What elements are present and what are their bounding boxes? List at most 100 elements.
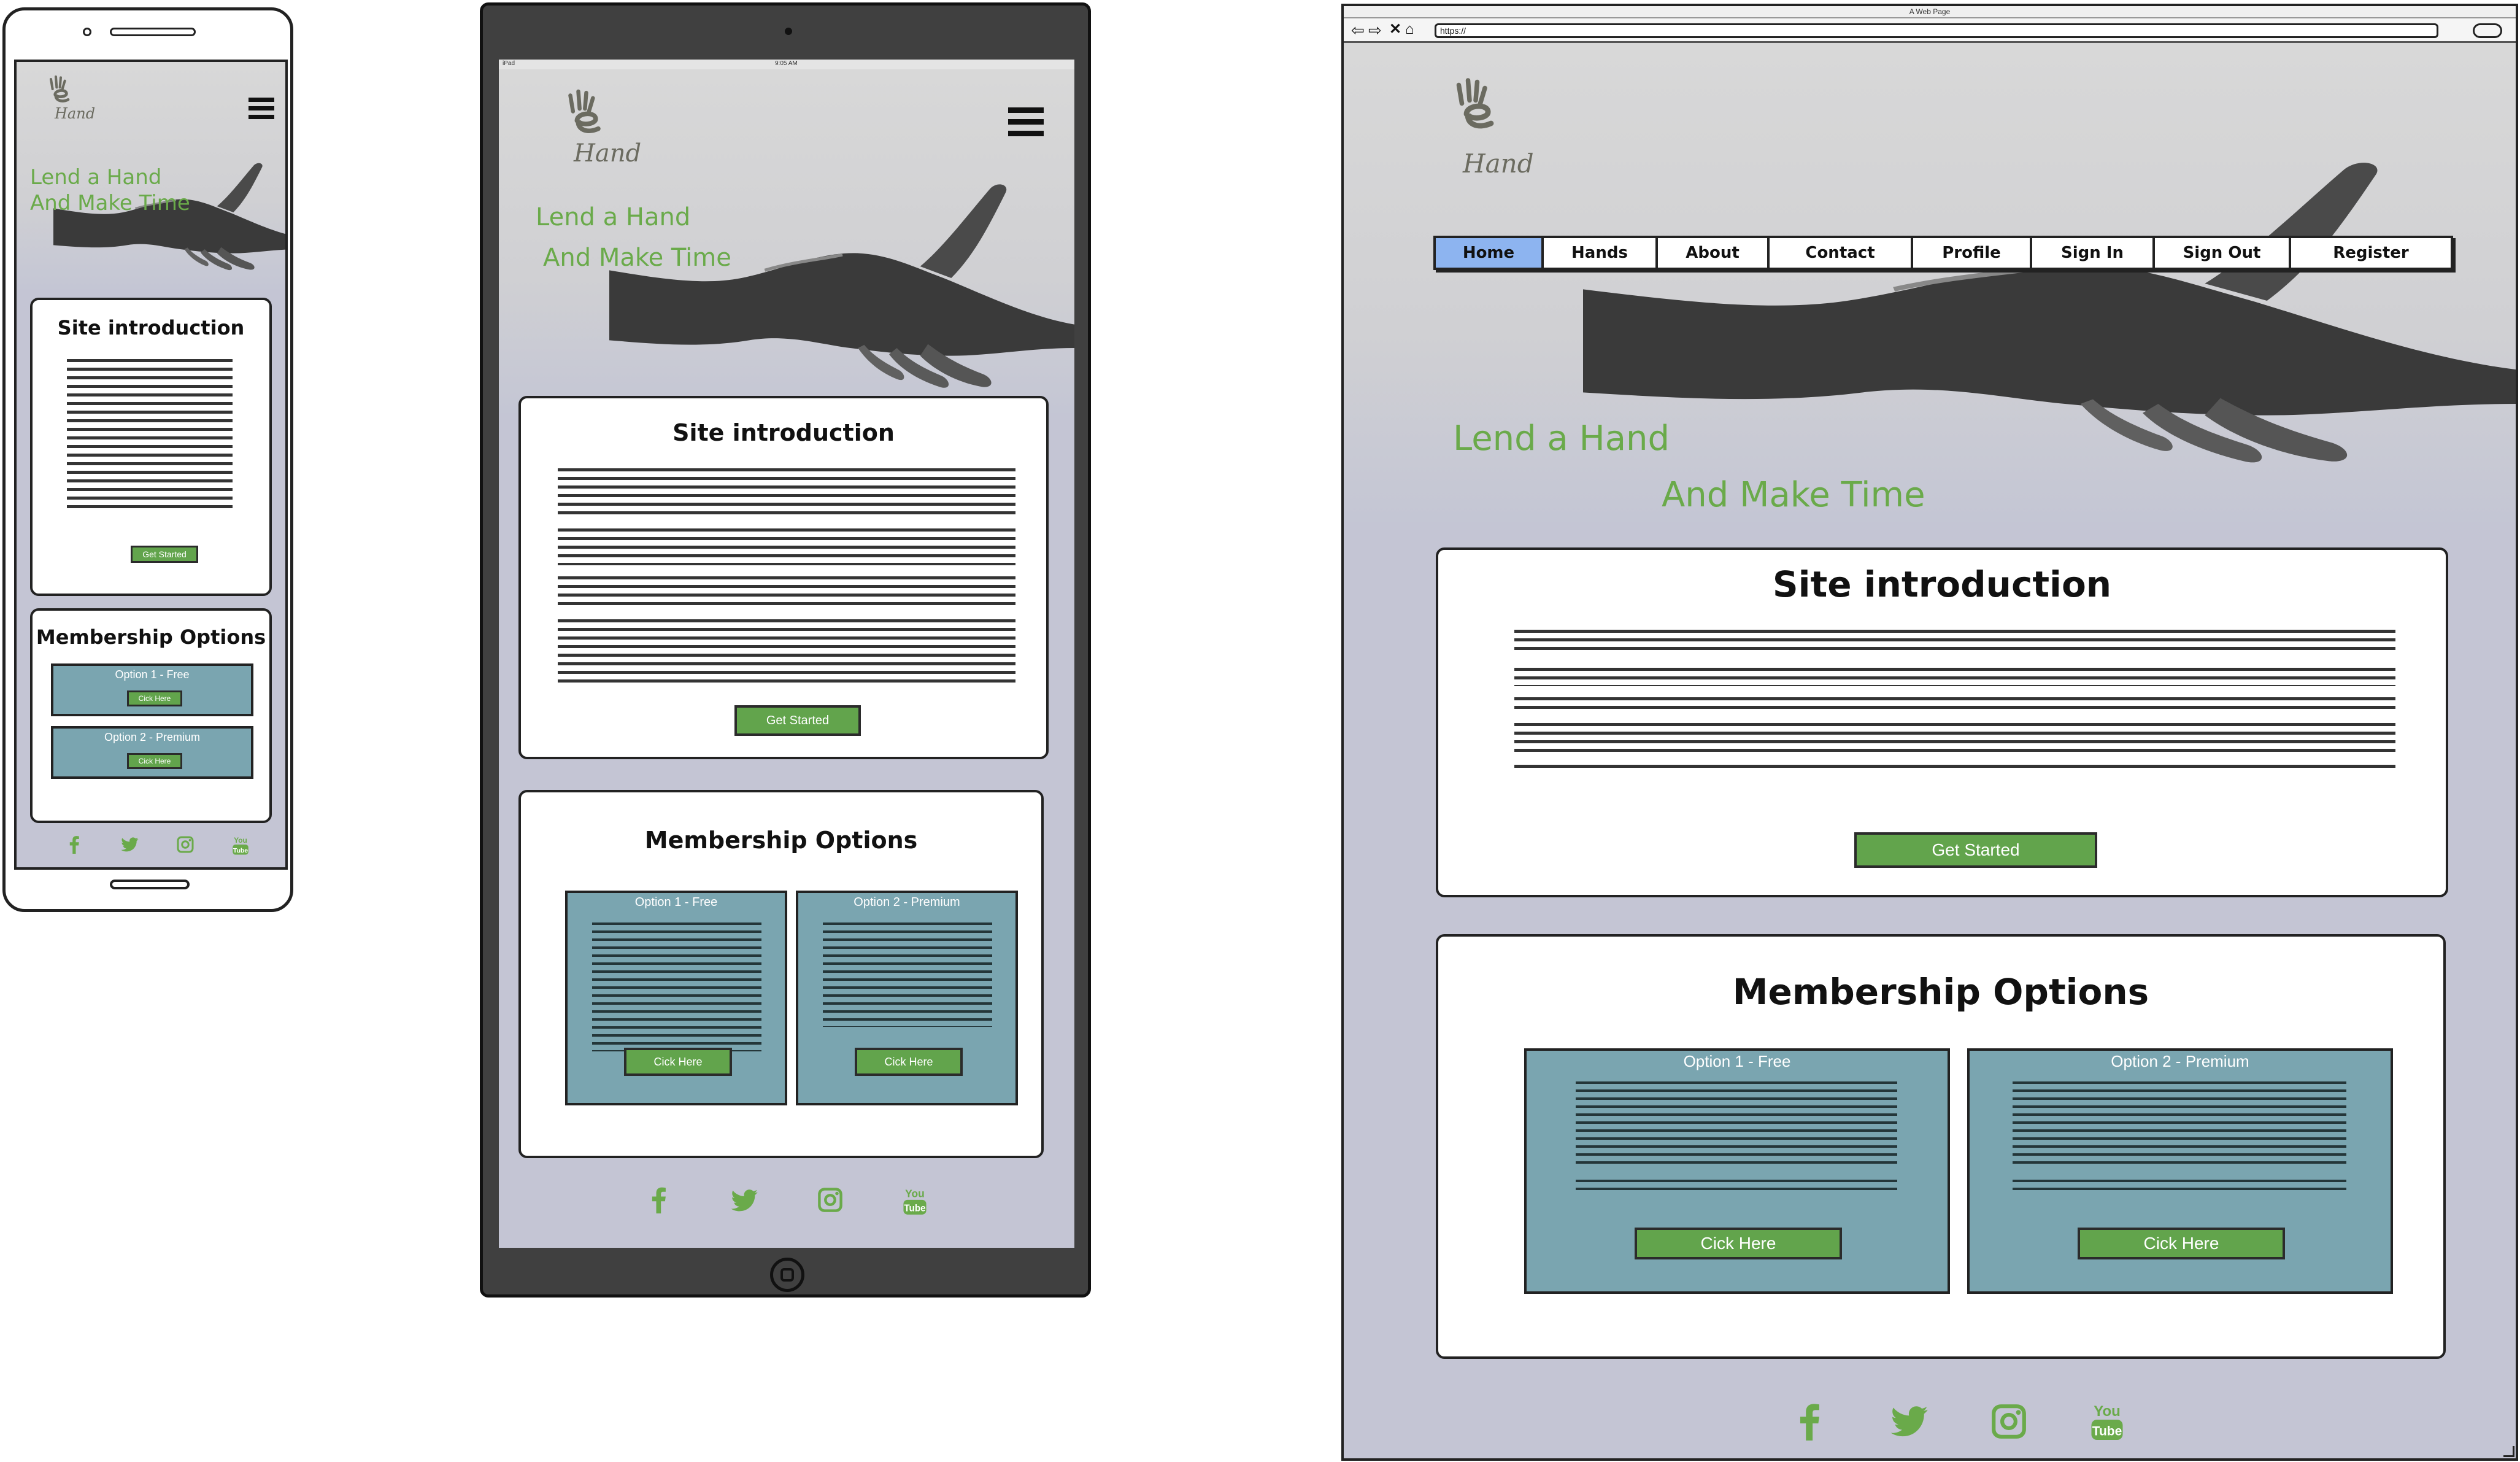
tablet-tagline-1: Lend a Hand [536,203,691,231]
search-icon[interactable] [2473,23,2502,38]
instagram-icon[interactable] [817,1186,844,1213]
browser-window: A Web Page ⇦ ⇨ ✕ ⌂ https:// Hand Lend a … [1341,4,2518,1461]
tablet-intro-para-4 [558,619,1015,687]
mobile-option-2-button[interactable]: Cick Here [127,753,182,769]
mobile-speaker [110,28,196,36]
tablet-hand-image [609,149,1074,407]
mobile-option-1-title: Option 1 - Free [115,668,190,681]
tablet-tagline-2: And Make Time [543,244,731,272]
nav-register[interactable]: Register [2291,238,2451,268]
desktop-option-1-text-2 [1576,1180,1897,1194]
tablet-intro-para-2 [558,528,1015,565]
mobile-membership-card: Membership Options Option 1 - Free Cick … [30,608,272,823]
main-nav: Home Hands About Contact Profile Sign In… [1433,236,2453,270]
tablet-camera [785,28,792,35]
tablet-option-2-title: Option 2 - Premium [853,895,960,909]
tablet-get-started-button[interactable]: Get Started [734,705,861,736]
tablet-option-2-button[interactable]: Cick Here [855,1048,963,1076]
forward-icon[interactable]: ⇨ [1368,22,1382,38]
desktop-logo-text: Hand [1463,149,1534,179]
desktop-intro-para-1 [1514,630,2395,656]
instagram-icon[interactable] [1990,1402,2028,1441]
home-icon[interactable]: ⌂ [1405,21,1414,38]
instagram-icon[interactable] [176,835,195,854]
tablet-home-button[interactable] [770,1258,804,1292]
tablet-option-1-text [592,922,761,1051]
desktop-get-started-button[interactable]: Get Started [1854,832,2097,868]
tablet-status-bar: iPad 9:05 AM [499,60,1074,69]
desktop-intro-para-4 [1514,723,2395,754]
tablet-intro-title: Site introduction [672,419,895,446]
mobile-hamburger-icon[interactable] [249,98,274,120]
desktop-social-row [1792,1397,2125,1446]
desktop-option-2-text-2 [2013,1180,2346,1194]
facebook-icon[interactable] [66,835,84,854]
twitter-icon[interactable] [1890,1402,1930,1441]
youtube-icon[interactable] [2089,1401,2125,1442]
mobile-intro-text [67,359,233,512]
mobile-membership-title: Membership Options [36,625,266,649]
nav-contact[interactable]: Contact [1770,238,1913,268]
desktop-option-2-text [2013,1081,2346,1167]
nav-sign-in[interactable]: Sign In [2032,238,2155,268]
twitter-icon[interactable] [731,1186,759,1215]
tablet-option-1: Option 1 - Free Cick Here [565,891,787,1105]
nav-about[interactable]: About [1658,238,1770,268]
tablet-membership-title: Membership Options [644,827,918,854]
desktop-intro-para-3 [1514,697,2395,712]
mobile-option-1: Option 1 - Free Cick Here [51,663,253,716]
nav-home[interactable]: Home [1436,238,1544,268]
mobile-tagline-1: Lend a Hand [30,165,162,190]
youtube-icon[interactable] [901,1186,928,1216]
nav-profile[interactable]: Profile [1913,238,2032,268]
tablet-status-time: 9:05 AM [775,60,798,67]
mobile-get-started-button[interactable]: Get Started [131,546,198,563]
tablet-membership-card: Membership Options Option 1 - Free Cick … [518,790,1044,1158]
tablet-device-frame: iPad 9:05 AM Hand Lend a Hand And Make T… [480,2,1091,1298]
desktop-intro-para-5 [1514,765,2395,772]
browser-toolbar: ⇦ ⇨ ✕ ⌂ https:// [1344,18,2516,43]
tablet-logo-text: Hand [574,139,642,168]
tablet-option-1-button[interactable]: Cick Here [624,1048,732,1076]
resize-grip-icon[interactable] [2503,1446,2514,1457]
desktop-hand-image [1583,129,2516,473]
mobile-option-1-button[interactable]: Cick Here [127,690,182,706]
mobile-camera [83,28,91,36]
desktop-option-2-title: Option 2 - Premium [2111,1052,2249,1070]
facebook-icon[interactable] [1792,1402,1830,1441]
tablet-status-carrier: iPad [503,60,515,67]
nav-hands[interactable]: Hands [1544,238,1658,268]
nav-sign-out[interactable]: Sign Out [2155,238,2291,268]
tablet-hero: Hand Lend a Hand And Make Time [499,69,1074,413]
facebook-icon[interactable] [646,1186,673,1213]
tablet-intro-card: Site introduction Get Started [518,396,1049,759]
desktop-option-2-button[interactable]: Cick Here [2078,1228,2285,1259]
desktop-viewport: Hand Lend a Hand And Make Time Home Hand… [1344,43,2516,1458]
mobile-option-2-title: Option 2 - Premium [104,731,201,743]
browser-title-bar: A Web Page [1344,6,2516,18]
desktop-option-2: Option 2 - Premium Cick Here [1967,1048,2393,1294]
desktop-membership-card: Membership Options Option 1 - Free Cick … [1436,934,2446,1359]
back-icon[interactable]: ⇦ [1351,22,1365,38]
desktop-tagline-1: Lend a Hand [1453,419,1670,458]
desktop-membership-title: Membership Options [1732,971,2149,1013]
tablet-social-row [646,1186,928,1223]
mobile-home-button[interactable] [110,880,190,889]
tablet-hamburger-icon[interactable] [1008,107,1044,138]
desktop-intro-title: Site introduction [1772,563,2112,605]
tablet-intro-para-3 [558,576,1015,607]
tablet-logo-icon [550,88,630,143]
address-bar[interactable]: https:// [1435,23,2438,38]
stop-icon[interactable]: ✕ [1389,21,1401,38]
youtube-icon[interactable] [231,835,250,856]
mobile-hero: Hand Lend a Hand And Make Time [17,62,285,289]
desktop-option-1: Option 1 - Free Cick Here [1524,1048,1950,1294]
tablet-option-2-text [823,922,992,1027]
twitter-icon[interactable] [121,835,139,854]
desktop-option-1-button[interactable]: Cick Here [1635,1228,1842,1259]
desktop-intro-card: Site introduction Get Started [1436,547,2448,897]
mobile-intro-title: Site introduction [57,316,245,339]
tablet-intro-para-1 [558,468,1015,517]
browser-window-title: A Web Page [1909,7,1951,16]
mobile-logo-text: Hand [55,105,96,122]
